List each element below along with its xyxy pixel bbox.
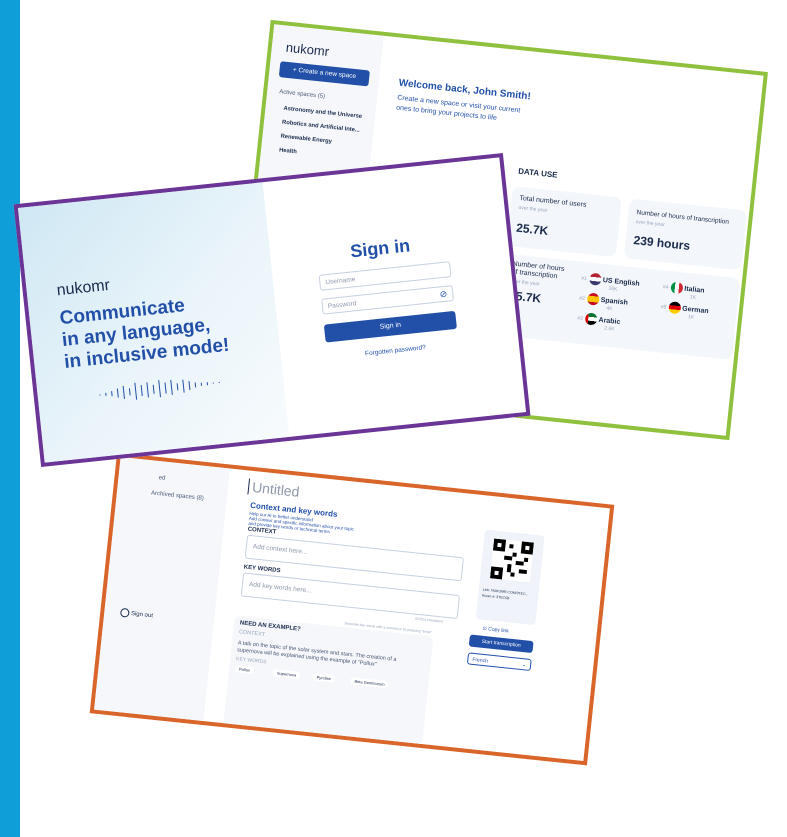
data-use-title: DATA USE — [517, 166, 558, 180]
start-transcription-button[interactable]: Start transcription — [468, 634, 534, 654]
password-placeholder: Password — [327, 300, 357, 311]
language-count: 4K — [606, 305, 613, 313]
document-title[interactable]: Untitled — [247, 478, 301, 500]
signin-screenshot: nukomr Communicate in any language, in i… — [13, 153, 531, 467]
editor-sidebar: ed Archived spaces (8) Sign out — [94, 456, 231, 722]
language-name: Spanish — [600, 296, 629, 307]
chevron-down-icon: ⌄ — [521, 662, 527, 669]
signin-logo: nukomr — [55, 276, 111, 300]
hours-tile: Number of hours of transcription over th… — [623, 198, 748, 271]
keyword-tag: Pollux — [234, 665, 255, 675]
language-count: 16K — [608, 285, 618, 293]
password-input[interactable]: Password ⊘ — [321, 285, 455, 315]
username-placeholder: Username — [325, 276, 356, 287]
language-name: German — [681, 305, 709, 315]
language-row: #5 German 1K — [660, 300, 709, 321]
tile-subtitle: over the year — [518, 204, 548, 214]
active-spaces-label: Active spaces (5) — [278, 89, 326, 100]
example-keywords-label: KEY WORDS — [235, 656, 267, 666]
language-count: 1K — [689, 294, 697, 301]
sign-out-button[interactable]: Sign out — [119, 607, 154, 620]
char-count: 0/1024 characters — [415, 616, 444, 624]
italy-flag-icon — [669, 281, 684, 295]
language-tile: Number of hours of transcription over th… — [496, 253, 741, 360]
accent-sidebar-stripe — [0, 0, 20, 837]
forgot-password-link[interactable]: Forgotten password? — [365, 344, 426, 357]
language-count: 2.6K — [603, 325, 615, 333]
language-rank: #4 — [662, 284, 669, 291]
dashboard-logo: nukomr — [285, 39, 330, 60]
keyword-tag: Pyrolise — [312, 673, 336, 683]
selected-language: French — [472, 656, 489, 665]
space-item[interactable]: Astronomy and the Universe — [283, 106, 362, 120]
uae-flag-icon — [584, 312, 598, 326]
keywords-placeholder: Add key words here... — [248, 581, 312, 595]
language-row: #3 Arabic 2.6K — [576, 312, 621, 332]
space-item[interactable]: Robotics and Artificial Inte... — [282, 120, 360, 134]
language-row: #4 Italian 1K — [662, 280, 705, 301]
link-icon: ⊙ — [482, 625, 488, 633]
create-space-button[interactable]: + Create a new space — [278, 61, 370, 87]
us-flag-icon — [588, 272, 602, 286]
tile-value: 239 hours — [632, 233, 691, 253]
tile-value: 25.7K — [515, 220, 549, 239]
signin-hero-panel: nukomr Communicate in any language, in i… — [17, 182, 290, 463]
tile-subtitle: over the year — [635, 219, 665, 229]
language-rank: #2 — [578, 295, 586, 303]
copy-link-label: Copy link — [487, 626, 509, 635]
germany-flag-icon — [667, 301, 681, 315]
keyword-tag: Supernova — [272, 669, 301, 679]
language-name: Italian — [683, 285, 705, 295]
language-rank: #5 — [660, 304, 667, 311]
signin-button[interactable]: Sign in — [323, 310, 457, 343]
sign-out-label: Sign out — [130, 611, 154, 620]
example-context-label: CONTEXT — [238, 629, 266, 639]
power-icon — [119, 607, 130, 618]
archived-spaces-label[interactable]: Archived spaces (8) — [151, 490, 204, 502]
language-name: Arabic — [598, 316, 621, 326]
users-tile: Total number of users over the year 25.7… — [506, 186, 623, 258]
signin-title: Sign in — [349, 235, 412, 262]
language-count: 1K — [687, 314, 695, 321]
language-row: #1 US English 16K — [581, 272, 640, 293]
language-rank: #1 — [581, 275, 588, 283]
context-placeholder: Add context here... — [252, 543, 308, 556]
keyword-tag: Beta Geminorum — [350, 677, 389, 689]
language-row: #2 Spanish 4K — [578, 292, 629, 312]
space-item[interactable]: Health — [279, 147, 297, 155]
room-number: Room #: 3TEC5B — [481, 593, 510, 601]
space-item[interactable]: Renewable Energy — [280, 134, 332, 145]
editor-screenshot: ed Archived spaces (8) Sign out Untitled… — [89, 452, 615, 766]
spain-flag-icon — [586, 292, 600, 306]
qr-code-icon — [489, 538, 534, 583]
example-box: NEED AN EXAMPLE? CONTEXT A talk on the t… — [223, 615, 434, 747]
keywords-input[interactable]: Add key words here... — [240, 572, 461, 620]
eye-slash-icon[interactable]: ⊘ — [439, 289, 448, 301]
context-input[interactable]: Add context here... — [244, 534, 465, 582]
language-select[interactable]: French ⌄ — [466, 652, 532, 671]
copy-link-button[interactable]: ⊙ Copy link — [482, 626, 509, 635]
soundwave-icon — [99, 379, 220, 400]
sidebar-item[interactable]: ed — [158, 475, 165, 482]
qr-panel: Link: NUKOMR.COM/3TEC... Room #: 3TEC5B — [475, 529, 545, 626]
language-rank: #3 — [576, 315, 584, 322]
